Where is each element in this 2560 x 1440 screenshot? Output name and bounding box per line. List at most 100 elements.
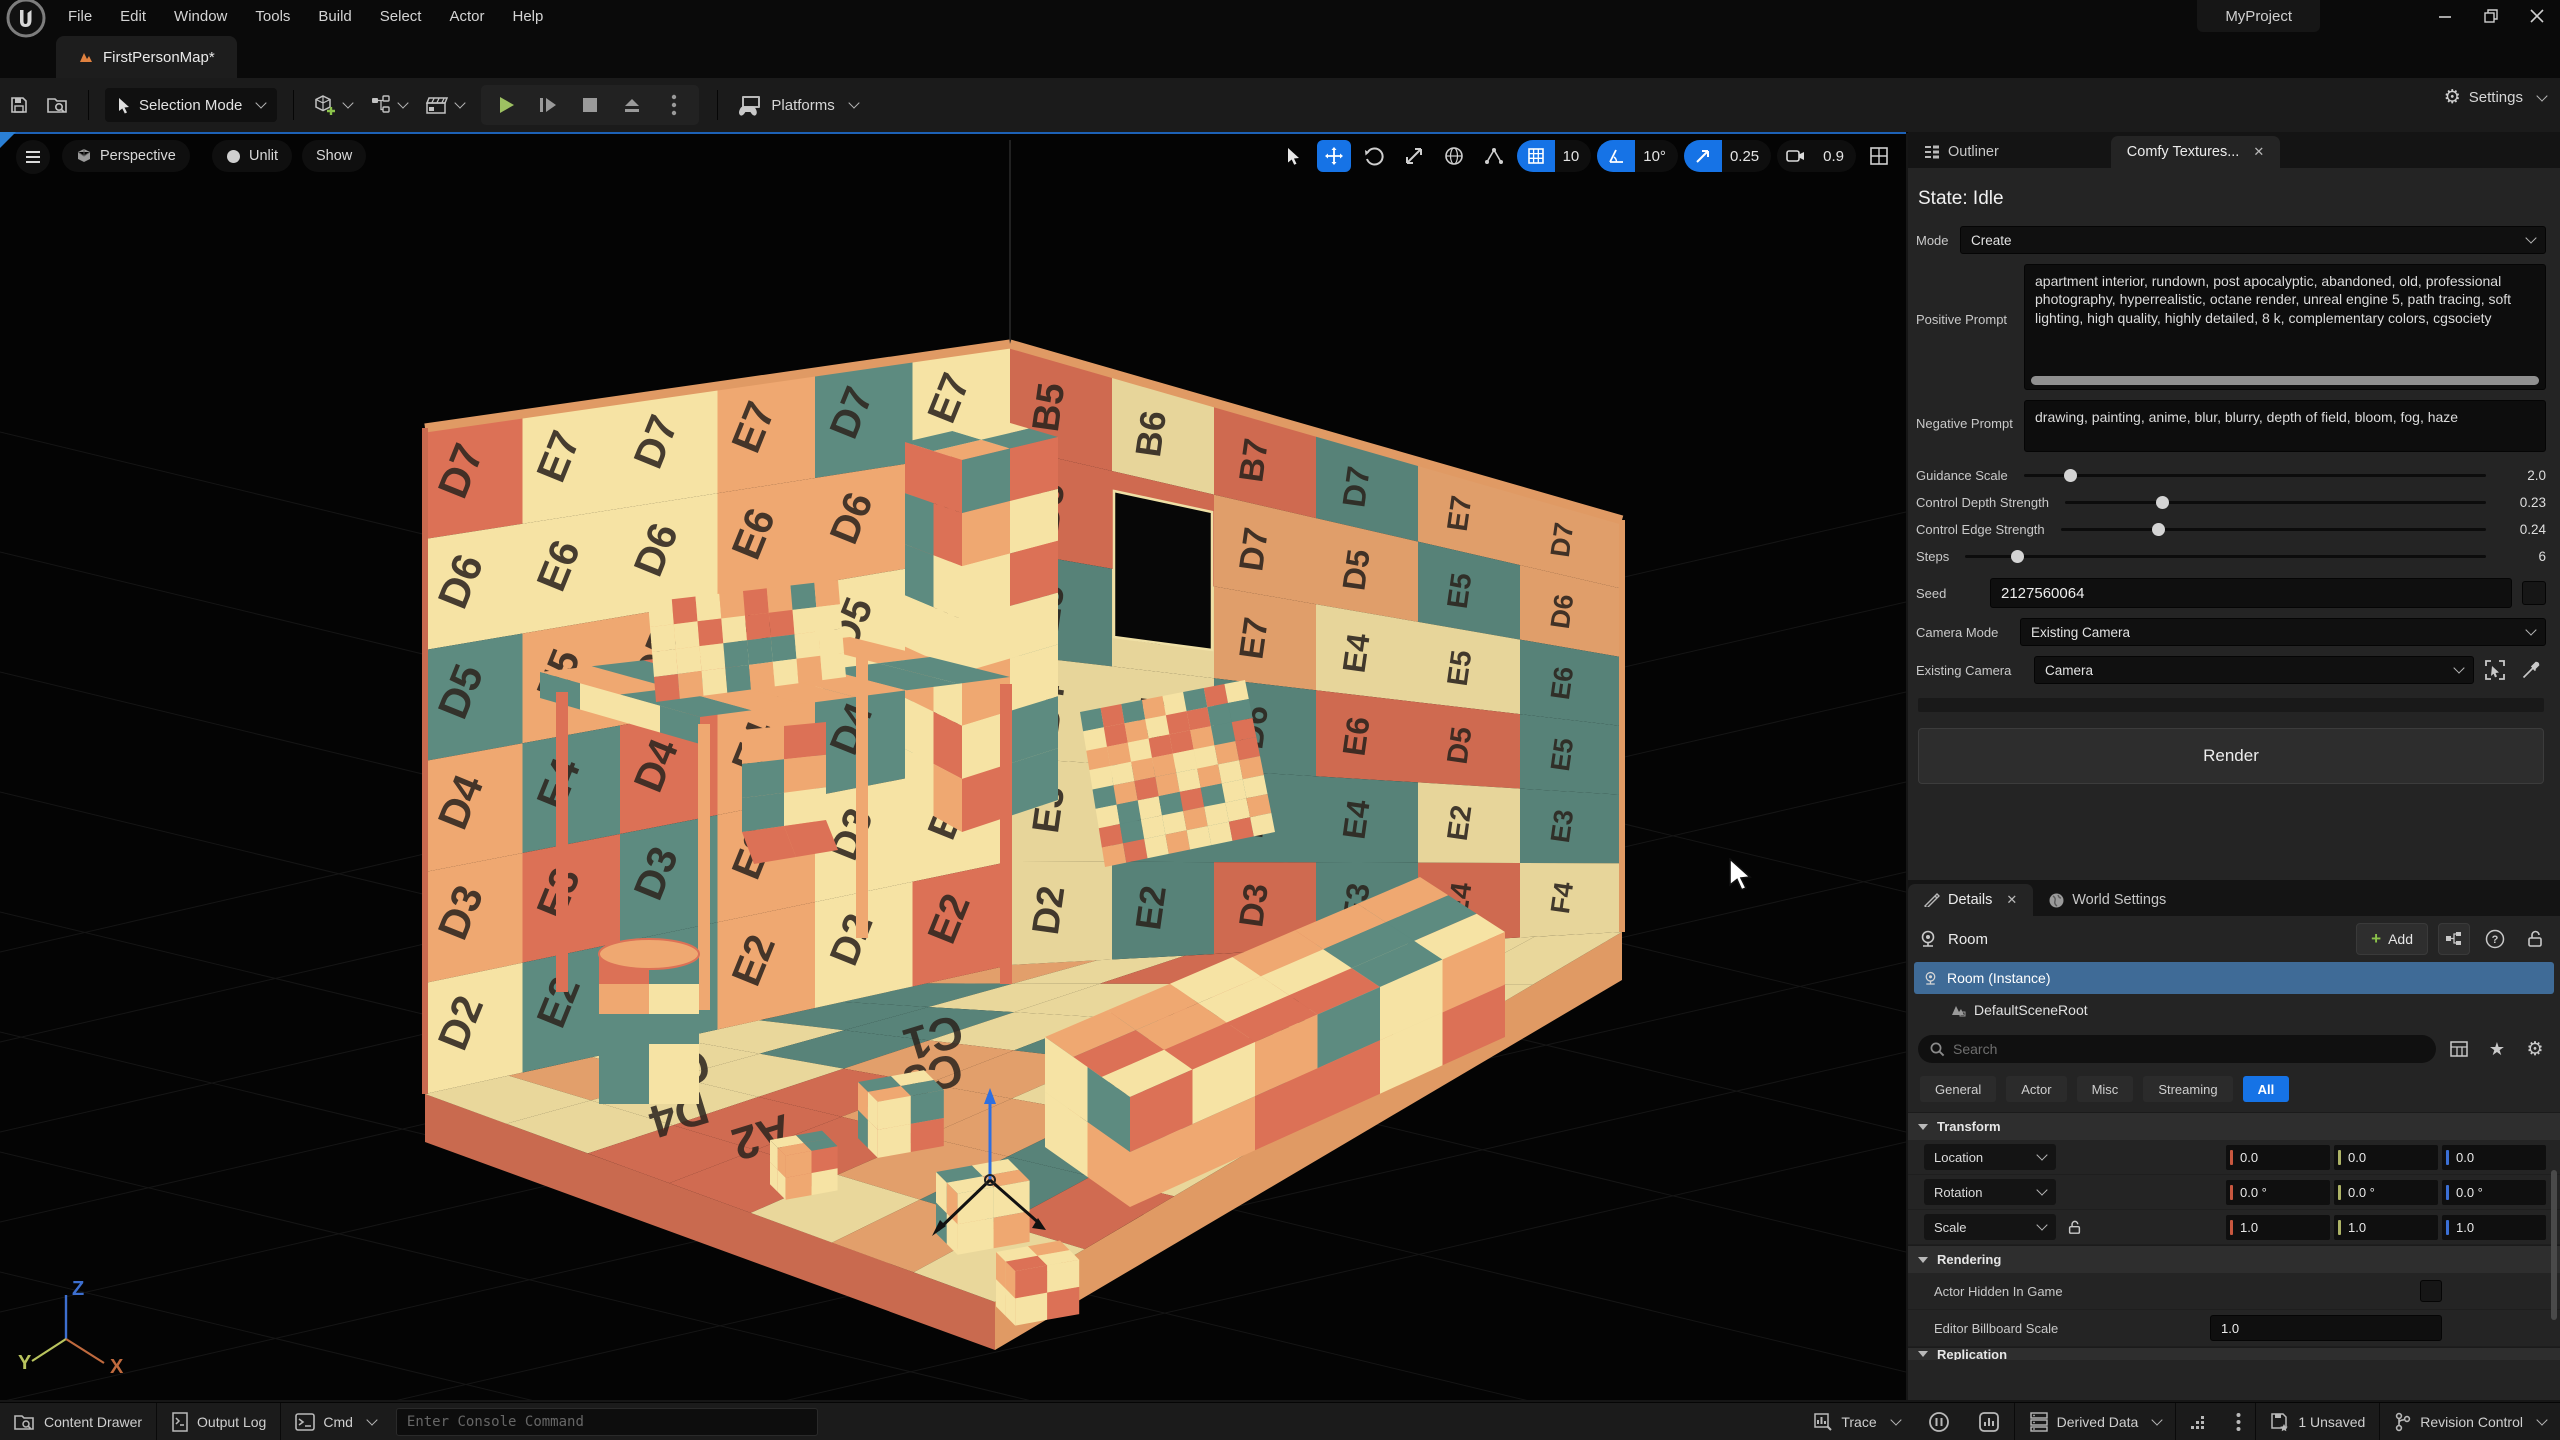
tab-details[interactable]: Details ✕ <box>1908 884 2033 916</box>
close-tab-icon[interactable]: ✕ <box>2006 892 2017 908</box>
transform-type-dropdown[interactable]: Rotation <box>1924 1179 2056 1205</box>
viewport-options-menu[interactable] <box>16 140 50 174</box>
menu-file[interactable]: File <box>54 0 106 32</box>
render-button[interactable]: Render <box>1918 728 2544 784</box>
statusbar-output-log[interactable]: Output Log <box>157 1403 280 1440</box>
tab-world-settings[interactable]: World Settings <box>2033 884 2182 916</box>
blueprints-dropdown[interactable] <box>361 87 416 123</box>
camera-mode-dropdown[interactable]: Existing Camera <box>2020 618 2546 646</box>
selection-mode-dropdown[interactable]: Selection Mode <box>105 88 277 122</box>
scale-lock-icon[interactable] <box>2068 1220 2081 1235</box>
statusbar-trace[interactable]: Trace <box>1799 1403 1913 1440</box>
statusbar-1-unsaved[interactable]: 1 Unsaved <box>2256 1403 2379 1440</box>
scale-snap-control[interactable]: 0.25 <box>1684 140 1771 172</box>
mode-dropdown[interactable]: Create <box>1960 226 2546 254</box>
slider-track[interactable] <box>2061 528 2486 531</box>
unreal-engine-logo-icon[interactable] <box>6 0 46 38</box>
eyedropper-icon[interactable] <box>2516 657 2546 683</box>
slider-thumb[interactable] <box>2156 496 2169 509</box>
slider-thumb[interactable] <box>2011 550 2024 563</box>
axis-value-field[interactable]: 0.0 ° <box>2226 1180 2330 1205</box>
settings-dropdown[interactable]: ⚙ Settings <box>2444 86 2546 109</box>
menu-tools[interactable]: Tools <box>241 0 304 32</box>
display-options-icon[interactable] <box>2444 1034 2474 1064</box>
unlock-icon[interactable] <box>2520 924 2550 954</box>
grid-snap-control[interactable]: 10 <box>1517 140 1592 172</box>
filter-tab-actor[interactable]: Actor <box>2006 1076 2066 1102</box>
statusbar-pause-circle[interactable] <box>1914 1403 1964 1440</box>
tree-row-default-scene-root[interactable]: DefaultSceneRoot <box>1914 994 2554 1026</box>
level-viewport[interactable]: C1C3C5B1A2E3D4B3D7E7D7E7D7E7D6E6D6E6D6E6… <box>0 132 1906 1400</box>
filter-tab-general[interactable]: General <box>1920 1076 1996 1102</box>
axis-value-field[interactable]: 1.0 <box>2442 1215 2546 1240</box>
positive-prompt-input[interactable]: apartment interior, rundown, post apocal… <box>2024 264 2546 390</box>
existing-camera-dropdown[interactable]: Camera <box>2034 656 2474 684</box>
tab-firstpersonmap[interactable]: FirstPersonMap* <box>56 36 237 78</box>
menu-select[interactable]: Select <box>366 0 436 32</box>
viewport-viewmode-dropdown[interactable]: Unlit <box>212 140 292 172</box>
axis-value-field[interactable]: 0.0 ° <box>2442 1180 2546 1205</box>
section-header-replication-clipped[interactable]: Replication <box>1908 1347 2560 1360</box>
slider-thumb[interactable] <box>2064 469 2077 482</box>
tab-comfy-textures[interactable]: Comfy Textures... ✕ <box>2111 136 2280 168</box>
menu-window[interactable]: Window <box>160 0 241 32</box>
menu-actor[interactable]: Actor <box>435 0 498 32</box>
content-browser-button[interactable] <box>38 87 78 123</box>
negative-prompt-input[interactable]: drawing, painting, anime, blur, blurry, … <box>2024 400 2546 452</box>
axis-value-field[interactable]: 1.0 <box>2334 1215 2438 1240</box>
seed-random-checkbox[interactable] <box>2522 581 2546 605</box>
slider-track[interactable] <box>2024 474 2486 477</box>
eject-button[interactable] <box>611 87 653 123</box>
axis-value-field[interactable]: 0.0 <box>2442 1145 2546 1170</box>
stop-button[interactable] <box>569 87 611 123</box>
billboard-scale-input[interactable]: 1.0 <box>2210 1315 2442 1341</box>
statusbar-revision-control[interactable]: Revision Control <box>2380 1403 2560 1440</box>
add-component-button[interactable]: + Add <box>2356 923 2428 955</box>
platforms-dropdown[interactable]: Platforms <box>728 87 866 123</box>
axis-value-field[interactable]: 0.0 ° <box>2334 1180 2438 1205</box>
axis-value-field[interactable]: 1.0 <box>2226 1215 2330 1240</box>
transform-type-dropdown[interactable]: Scale <box>1924 1214 2056 1240</box>
menu-help[interactable]: Help <box>499 0 558 32</box>
restore-button[interactable] <box>2468 1 2514 31</box>
statusbar-kebab[interactable] <box>2222 1403 2255 1440</box>
statusbar-dots-grid[interactable] <box>2176 1403 2222 1440</box>
move-tool[interactable] <box>1317 140 1351 172</box>
axis-value-field[interactable]: 0.0 <box>2226 1145 2330 1170</box>
rotate-tool[interactable] <box>1357 140 1391 172</box>
search-input[interactable]: Search <box>1918 1035 2436 1063</box>
camera-speed-control[interactable]: 0.9 <box>1777 140 1856 172</box>
section-header-transform[interactable]: Transform <box>1908 1112 2560 1140</box>
menu-build[interactable]: Build <box>304 0 365 32</box>
frame-skip-button[interactable] <box>527 87 569 123</box>
play-options-kebab-icon[interactable] <box>653 87 695 123</box>
details-settings-gear-icon[interactable]: ⚙ <box>2520 1034 2550 1064</box>
world-local-toggle[interactable] <box>1437 140 1471 172</box>
filter-tab-misc[interactable]: Misc <box>2077 1076 2134 1102</box>
prompt-horizontal-scrollbar[interactable] <box>2031 376 2539 385</box>
statusbar-derived-data[interactable]: Derived Data <box>2015 1403 2176 1440</box>
surface-snapping-toggle[interactable] <box>1477 140 1511 172</box>
tab-outliner[interactable]: Outliner <box>1908 136 2015 168</box>
filter-tab-streaming[interactable]: Streaming <box>2143 1076 2232 1102</box>
help-icon[interactable]: ? <box>2480 924 2510 954</box>
transform-type-dropdown[interactable]: Location <box>1924 1144 2056 1170</box>
section-header-rendering[interactable]: Rendering <box>1908 1245 2560 1273</box>
minimize-button[interactable] <box>2422 1 2468 31</box>
play-button[interactable] <box>485 87 527 123</box>
favorites-star-icon[interactable]: ★ <box>2482 1034 2512 1064</box>
slider-track[interactable] <box>2065 501 2486 504</box>
save-button[interactable] <box>0 87 38 123</box>
statusbar-gauge-circle[interactable] <box>1964 1403 2014 1440</box>
menu-edit[interactable]: Edit <box>106 0 160 32</box>
actor-hidden-checkbox[interactable] <box>2420 1280 2442 1302</box>
axis-value-field[interactable]: 0.0 <box>2334 1145 2438 1170</box>
select-tool[interactable] <box>1277 140 1311 172</box>
maximize-viewport-button[interactable] <box>1862 140 1896 172</box>
slider-thumb[interactable] <box>2152 523 2165 536</box>
statusbar-cmd[interactable]: Cmd <box>281 1403 390 1440</box>
edit-blueprint-button[interactable] <box>2438 923 2470 955</box>
slider-track[interactable] <box>1965 555 2486 558</box>
details-scrollbar[interactable] <box>2551 1170 2557 1320</box>
scale-tool[interactable] <box>1397 140 1431 172</box>
